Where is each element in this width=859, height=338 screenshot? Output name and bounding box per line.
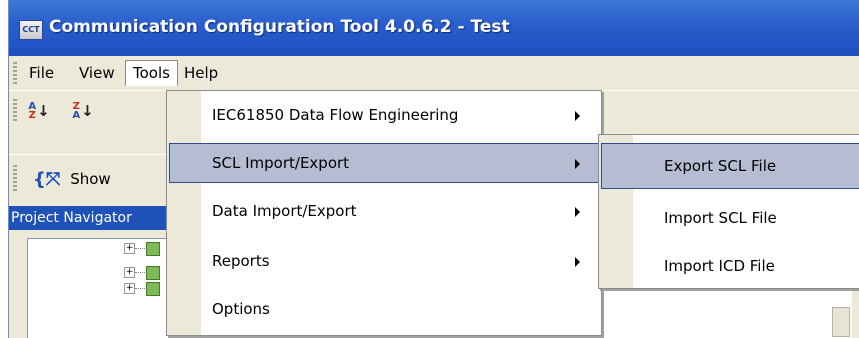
project-tree[interactable]: + + + [27, 238, 177, 338]
app-icon: CCT [19, 20, 43, 40]
tree-row[interactable]: + [124, 241, 164, 257]
expand-icon[interactable]: + [124, 243, 135, 254]
submenu-arrow-icon [575, 257, 580, 267]
menu-item-reports[interactable]: Reports [169, 241, 599, 281]
menu-bar: File View Tools Help [9, 56, 859, 90]
window-title: Communication Configuration Tool 4.0.6.2… [49, 17, 510, 37]
menu-item-export-scl-file[interactable]: Export SCL File [601, 143, 859, 189]
menu-item-label: Options [212, 300, 270, 318]
menu-item-label: Import SCL File [664, 209, 777, 227]
tools-dropdown-menu: IEC61850 Data Flow Engineering SCL Impor… [166, 90, 602, 336]
toolbar-grip[interactable] [13, 99, 17, 123]
expand-icon[interactable]: + [124, 283, 135, 294]
sort-descending-button[interactable]: Z A ↓ [71, 99, 95, 123]
ied-node-icon [146, 282, 160, 296]
menu-view[interactable]: View [71, 60, 123, 86]
show-button-label: Show [70, 170, 111, 188]
scl-submenu: Export SCL File Import SCL File Import I… [598, 134, 859, 289]
project-navigator-panel: + + + [9, 230, 179, 338]
scrollbar-thumb[interactable] [832, 307, 850, 337]
menu-item-scl-import-export[interactable]: SCL Import/Export [169, 143, 599, 183]
menu-item-options[interactable]: Options [169, 289, 599, 329]
menubar-grip[interactable] [13, 62, 17, 84]
menu-item-data-import-export[interactable]: Data Import/Export [169, 191, 599, 231]
menu-item-label: Import ICD File [664, 257, 775, 275]
sort-descending-icon: Z A ↓ [72, 101, 94, 121]
show-filter-icon: {⤧ [33, 168, 61, 190]
show-button[interactable]: {⤧ Show [33, 165, 111, 193]
expand-icon[interactable]: + [124, 267, 135, 278]
submenu-arrow-icon [575, 111, 580, 121]
menu-file[interactable]: File [21, 60, 62, 86]
ied-node-icon [146, 242, 160, 256]
sort-ascending-icon: A Z ↓ [28, 101, 50, 121]
title-bar[interactable]: CCT Communication Configuration Tool 4.0… [9, 0, 859, 56]
menu-item-label: Reports [212, 252, 270, 270]
menu-item-label: Data Import/Export [212, 202, 357, 220]
main-content-area [601, 290, 852, 338]
menu-item-label: IEC61850 Data Flow Engineering [212, 106, 459, 124]
project-navigator-header: Project Navigator [9, 206, 189, 230]
menu-item-import-icd-file[interactable]: Import ICD File [601, 243, 859, 289]
ied-node-icon [146, 266, 160, 280]
menu-item-label: SCL Import/Export [212, 154, 350, 172]
tree-row[interactable]: + [124, 281, 164, 297]
submenu-arrow-icon [575, 159, 580, 169]
menu-item-label: Export SCL File [664, 157, 777, 175]
submenu-arrow-icon [575, 207, 580, 217]
tree-row[interactable]: + [124, 265, 164, 281]
menu-help[interactable]: Help [176, 60, 226, 86]
menu-tools[interactable]: Tools [125, 60, 178, 86]
menu-item-iec61850-data-flow[interactable]: IEC61850 Data Flow Engineering [169, 95, 599, 135]
toolbar-grip-2[interactable] [13, 165, 17, 193]
menu-item-import-scl-file[interactable]: Import SCL File [601, 195, 859, 241]
sort-ascending-button[interactable]: A Z ↓ [27, 99, 51, 123]
